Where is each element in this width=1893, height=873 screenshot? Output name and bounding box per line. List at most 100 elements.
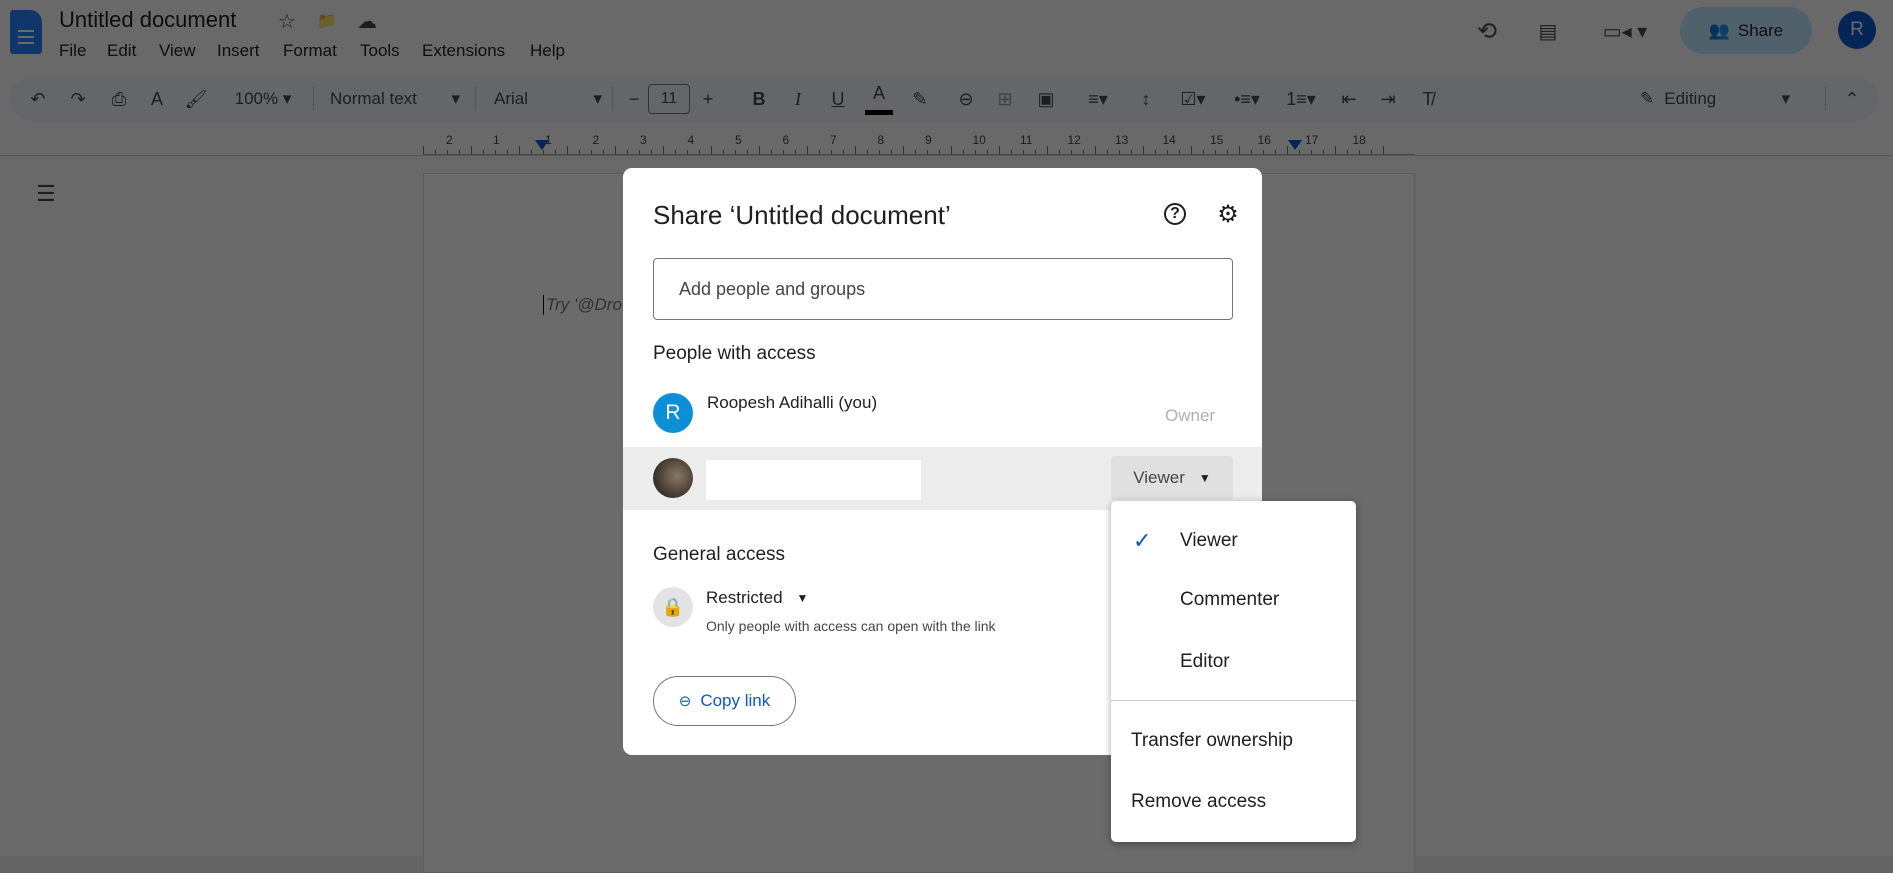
menu-help[interactable]: Help <box>530 41 565 61</box>
ruler-label: 8 <box>877 133 885 147</box>
menu-format[interactable]: Format <box>283 41 337 61</box>
person-row-owner: R Roopesh Adihalli (you) Owner <box>623 388 1262 446</box>
menu-divider <box>1111 700 1356 701</box>
general-access-heading: General access <box>653 544 786 565</box>
lock-icon: 🔒 <box>653 587 693 627</box>
font-size-input[interactable]: 11 <box>648 84 690 114</box>
account-avatar[interactable]: R <box>1838 11 1876 49</box>
document-placeholder: Try '@Dro <box>543 295 622 315</box>
ruler-label: 4 <box>687 133 695 147</box>
menu-view[interactable]: View <box>159 41 196 61</box>
numbered-list-icon[interactable]: 1≡▾ <box>1280 77 1322 121</box>
role-dropdown[interactable]: Viewer ▼ <box>1111 456 1233 500</box>
person-name: Roopesh Adihalli (you) <box>707 393 878 412</box>
bold-icon[interactable]: B <box>746 77 772 121</box>
ruler-label: 17 <box>1305 133 1319 147</box>
add-people-input[interactable]: Add people and groups <box>653 258 1233 320</box>
cloud-status-icon[interactable]: ☁ <box>354 8 380 34</box>
version-history-icon[interactable]: ⟲ <box>1472 16 1502 46</box>
avatar-photo <box>653 458 693 498</box>
toolbar: ↶ ↷ ⎙ A 🖌 100% ▾ Normal text ▾ Arial ▾ − 1… <box>10 77 1878 121</box>
ruler-label: 18 <box>1352 133 1366 147</box>
ruler-label: 2 <box>446 133 453 147</box>
decrease-font-size-button[interactable]: − <box>622 77 646 121</box>
people-heading: People with access <box>653 343 816 364</box>
link-icon[interactable]: ⊖ <box>952 77 980 121</box>
print-icon[interactable]: ⎙ <box>105 77 133 121</box>
checklist-icon[interactable]: ☑▾ <box>1172 77 1214 121</box>
editing-mode-select[interactable]: ✎ Editing ▾ <box>1640 77 1790 121</box>
menu-extensions[interactable]: Extensions <box>422 41 505 61</box>
pencil-icon: ✎ <box>1640 89 1655 108</box>
owner-role: Owner <box>1165 406 1216 425</box>
text-color-icon[interactable]: A <box>865 77 893 115</box>
docs-logo[interactable] <box>10 10 42 54</box>
zoom-select[interactable]: 100% ▾ <box>223 77 303 121</box>
italic-icon[interactable]: I <box>785 77 811 121</box>
ruler-label: 12 <box>1067 133 1081 147</box>
ruler-label: 11 <box>1020 133 1033 147</box>
ruler-label: 9 <box>925 133 932 147</box>
dropdown-arrow-icon: ▼ <box>796 591 809 605</box>
settings-gear-icon[interactable]: ⚙ <box>1213 199 1243 229</box>
highlight-icon[interactable]: ✎ <box>906 77 934 121</box>
bulleted-list-icon[interactable]: •≡▾ <box>1226 77 1268 121</box>
copy-link-button[interactable]: ⊖ Copy link <box>653 676 796 726</box>
menu-item-editor[interactable]: Editor <box>1111 637 1356 687</box>
dialog-title: Share ‘Untitled document’ <box>653 200 951 230</box>
redo-icon[interactable]: ↷ <box>64 77 92 121</box>
underline-icon[interactable]: U <box>825 77 851 121</box>
ruler-label: 14 <box>1162 133 1176 147</box>
document-title[interactable]: Untitled document <box>59 7 236 33</box>
ruler-label: 6 <box>782 133 790 147</box>
collapse-menus-icon[interactable]: ⌃ <box>1838 77 1866 121</box>
ruler-label: 3 <box>640 133 647 147</box>
comments-icon[interactable]: ▤ <box>1533 16 1563 46</box>
ruler[interactable]: 2 1 1 2 3 4 5 6 7 8 9 10 11 12 13 14 15 16 17 18 <box>423 133 1415 155</box>
add-comment-icon[interactable]: ⊞ <box>991 77 1019 121</box>
increase-font-size-button[interactable]: + <box>696 77 720 121</box>
menu-item-remove-access[interactable]: Remove access <box>1111 777 1356 827</box>
star-icon[interactable]: ☆ <box>274 8 300 34</box>
line-spacing-icon[interactable]: ↕ <box>1132 77 1160 121</box>
style-select[interactable]: Normal text ▾ <box>330 77 460 121</box>
role-menu: ✓ Viewer Commenter Editor Transfer owner… <box>1111 501 1356 842</box>
ruler-label: 10 <box>972 133 986 147</box>
menu-item-transfer-ownership[interactable]: Transfer ownership <box>1111 716 1356 766</box>
menu-item-commenter[interactable]: Commenter <box>1111 575 1356 625</box>
undo-icon[interactable]: ↶ <box>24 77 52 121</box>
ruler-label: 13 <box>1115 133 1129 147</box>
ruler-label: 2 <box>592 133 600 147</box>
insert-image-icon[interactable]: ▣ <box>1032 77 1060 121</box>
font-select[interactable]: Arial ▾ <box>494 77 602 121</box>
increase-indent-icon[interactable]: ⇥ <box>1374 77 1402 121</box>
menu-tools[interactable]: Tools <box>360 41 400 61</box>
paint-format-icon[interactable]: 🖌 <box>182 77 210 121</box>
ruler-label: 1 <box>493 133 500 147</box>
ruler-label: 16 <box>1257 133 1271 147</box>
share-button[interactable]: 👥 Share <box>1680 7 1812 54</box>
menu-insert[interactable]: Insert <box>217 41 260 61</box>
spellcheck-icon[interactable]: A <box>143 77 171 121</box>
menu-edit[interactable]: Edit <box>107 41 136 61</box>
ruler-label: 15 <box>1210 133 1224 147</box>
right-indent-marker[interactable] <box>1288 140 1302 150</box>
menu-item-viewer[interactable]: ✓ Viewer <box>1111 516 1356 566</box>
link-icon: ⊖ <box>678 693 692 710</box>
ruler-label: 5 <box>735 133 742 147</box>
clear-formatting-icon[interactable]: T̸ <box>1414 77 1442 121</box>
ruler-label: 7 <box>830 133 837 147</box>
move-folder-icon[interactable]: 📁 <box>314 8 340 34</box>
redacted-name <box>706 460 921 500</box>
menu-file[interactable]: File <box>59 41 86 61</box>
decrease-indent-icon[interactable]: ⇤ <box>1335 77 1363 121</box>
help-icon[interactable]: ? <box>1164 203 1186 225</box>
outline-icon[interactable]: ☰ <box>32 180 60 208</box>
meet-icon[interactable]: ▭◂ ▾ <box>1600 16 1650 46</box>
align-icon[interactable]: ≡▾ <box>1078 77 1118 121</box>
check-icon: ✓ <box>1133 528 1152 553</box>
access-level-dropdown[interactable]: Restricted ▼ <box>706 588 808 608</box>
avatar: R <box>653 393 693 433</box>
left-indent-marker[interactable] <box>535 140 549 150</box>
people-icon: 👥 <box>1708 20 1730 40</box>
